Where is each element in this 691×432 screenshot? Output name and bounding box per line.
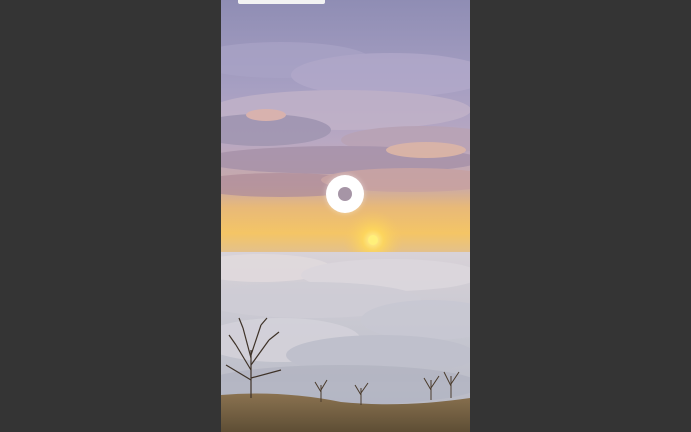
video-player[interactable]: [0, 0, 691, 432]
progress-bar[interactable]: [238, 0, 325, 4]
sun: [368, 235, 378, 245]
video-frame[interactable]: [221, 0, 470, 432]
sunset-video-frame: [221, 0, 470, 432]
loading-spinner-icon: [326, 175, 364, 213]
